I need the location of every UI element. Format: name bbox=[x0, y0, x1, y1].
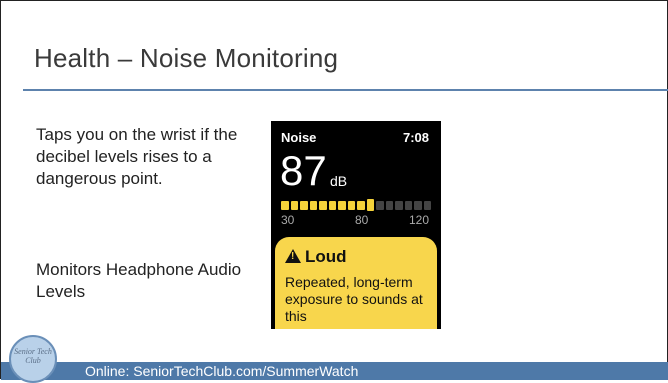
description-headphone-levels: Monitors Headphone Audio Levels bbox=[36, 260, 242, 301]
meter-segment bbox=[281, 201, 289, 210]
meter-segment bbox=[395, 201, 403, 210]
meter-tick-label: 120 bbox=[409, 213, 430, 227]
meter-segment bbox=[366, 199, 374, 211]
watch-app-name: Noise bbox=[281, 130, 317, 145]
slide: Health – Noise Monitoring Taps you on th… bbox=[0, 0, 668, 383]
watch-screen: Noise 7:08 87 dB 30 80 120 Loud Repeated… bbox=[271, 121, 441, 329]
meter-tick-label: 80 bbox=[355, 213, 369, 227]
slide-title: Health – Noise Monitoring bbox=[34, 43, 339, 73]
meter-segment bbox=[328, 201, 336, 210]
meter-segment bbox=[300, 201, 308, 210]
alert-header: Loud bbox=[285, 247, 347, 267]
footer-link-text: Online: SeniorTechClub.com/SummerWatch bbox=[85, 363, 359, 379]
meter-segment bbox=[357, 201, 365, 210]
meter-segment bbox=[338, 201, 346, 210]
meter-segment bbox=[319, 201, 327, 210]
title-divider bbox=[23, 89, 668, 91]
noise-level-meter bbox=[281, 199, 431, 211]
meter-segment bbox=[290, 201, 298, 210]
senior-tech-club-logo-icon: Senior Tech Club bbox=[9, 335, 57, 383]
meter-segment bbox=[347, 201, 355, 210]
meter-segment bbox=[404, 201, 412, 210]
decibel-value: 87 bbox=[280, 147, 327, 194]
decibel-unit: dB bbox=[330, 173, 348, 189]
description-wrist-tap: Taps you on the wrist if the decibel lev… bbox=[36, 125, 238, 188]
meter-segment bbox=[385, 201, 393, 210]
alert-title: Loud bbox=[305, 247, 347, 266]
loud-alert-card: Loud Repeated, long-term exposure to sou… bbox=[275, 237, 437, 329]
meter-segment bbox=[423, 201, 431, 210]
logo-text: Senior Tech Club bbox=[14, 347, 52, 365]
meter-segment bbox=[414, 201, 422, 210]
warning-icon bbox=[285, 249, 301, 263]
alert-message: Repeated, long-term exposure to sounds a… bbox=[285, 274, 423, 324]
meter-segment bbox=[376, 201, 384, 210]
meter-segment bbox=[309, 201, 317, 210]
meter-tick-label: 30 bbox=[281, 213, 295, 227]
watch-time: 7:08 bbox=[402, 130, 429, 145]
